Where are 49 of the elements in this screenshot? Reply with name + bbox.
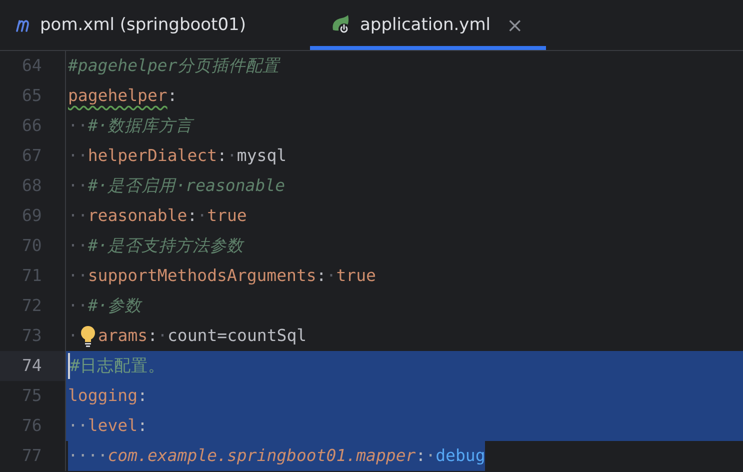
code-token: reasonable: [88, 205, 188, 227]
code-token: com.example.springboot01.mapper: [108, 445, 416, 467]
code-token: true: [336, 265, 376, 287]
code-token: arams: [98, 325, 148, 347]
code-token: logging: [68, 385, 138, 407]
code-token: supportMethodsArguments: [88, 265, 316, 287]
whitespace-marker: ··: [68, 205, 88, 227]
code-token: :: [148, 325, 158, 347]
code-token: count=countSql: [167, 325, 307, 347]
whitespace-marker: ··: [68, 265, 88, 287]
code-token: :: [187, 205, 198, 227]
whitespace-marker: ·: [426, 445, 436, 467]
code-token: #日志配置。: [70, 355, 165, 377]
whitespace-marker: ··: [68, 115, 88, 137]
whitespace-marker: ·: [197, 205, 208, 227]
code-token: #·是否支持方法参数: [88, 235, 244, 257]
m-letter-icon: [16, 17, 32, 33]
code-token: :: [138, 415, 148, 437]
leaf-power-icon: [330, 14, 352, 36]
code-token: :: [167, 85, 178, 107]
code-token: debug: [436, 445, 486, 467]
whitespace-marker: ·: [226, 145, 237, 167]
code-token: true: [207, 205, 247, 227]
code-token: #·数据库方言: [88, 115, 193, 137]
code-token: :: [138, 385, 148, 407]
line-number: 74: [22, 356, 42, 375]
whitespace-marker: ··: [68, 295, 88, 317]
text-caret: [68, 353, 70, 379]
whitespace-marker: ····: [68, 445, 108, 467]
whitespace-marker: ·: [158, 325, 168, 347]
close-icon[interactable]: ×: [506, 13, 524, 37]
whitespace-marker: ·: [326, 265, 336, 287]
whitespace-marker: ·: [68, 325, 78, 347]
whitespace-marker: ··: [68, 145, 88, 167]
editor-tab[interactable]: application.yml ×: [310, 0, 546, 50]
code-token: #·参数: [88, 295, 142, 317]
whitespace-marker: ··: [68, 415, 88, 437]
code-token: :: [416, 445, 426, 467]
code-token: mysql: [236, 145, 287, 167]
code-token: pagehelper: [68, 85, 168, 107]
code-token: #pagehelper分页插件配置: [68, 55, 280, 77]
editor-tab[interactable]: pom.xml (springboot01): [0, 0, 310, 50]
code-token: level: [88, 415, 138, 437]
code-token: #·是否启用·reasonable: [88, 175, 286, 197]
whitespace-marker: ··: [68, 235, 88, 257]
code-token: :: [316, 265, 326, 287]
code-token: :: [217, 145, 227, 167]
whitespace-marker: ··: [68, 175, 88, 197]
code-token: helperDialect: [88, 145, 218, 167]
